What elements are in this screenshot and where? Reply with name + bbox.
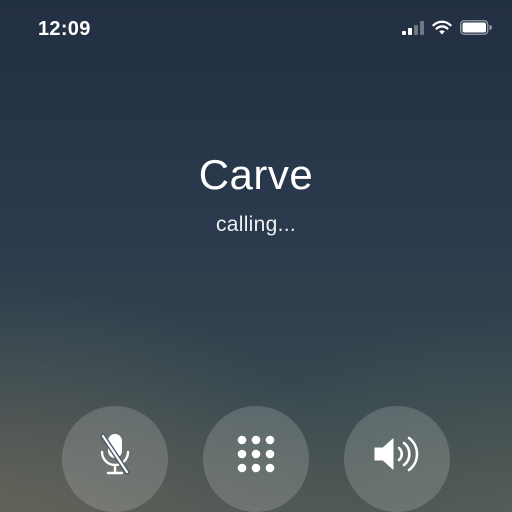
wifi-icon <box>432 20 452 40</box>
microphone-slash-icon <box>100 433 130 475</box>
status-bar: 12:09 <box>0 0 512 58</box>
keypad-button[interactable] <box>203 406 309 512</box>
keypad-icon <box>237 435 275 473</box>
call-status: calling... <box>215 213 297 236</box>
status-time: 12:09 <box>38 18 91 40</box>
speaker-icon <box>374 436 419 472</box>
cellular-signal-icon <box>402 20 424 40</box>
call-controls <box>0 406 512 512</box>
mute-button[interactable] <box>62 406 168 512</box>
speaker-button[interactable] <box>344 406 450 512</box>
caller-name: Carve <box>198 151 314 198</box>
battery-icon <box>460 20 492 40</box>
status-icons <box>402 20 492 40</box>
